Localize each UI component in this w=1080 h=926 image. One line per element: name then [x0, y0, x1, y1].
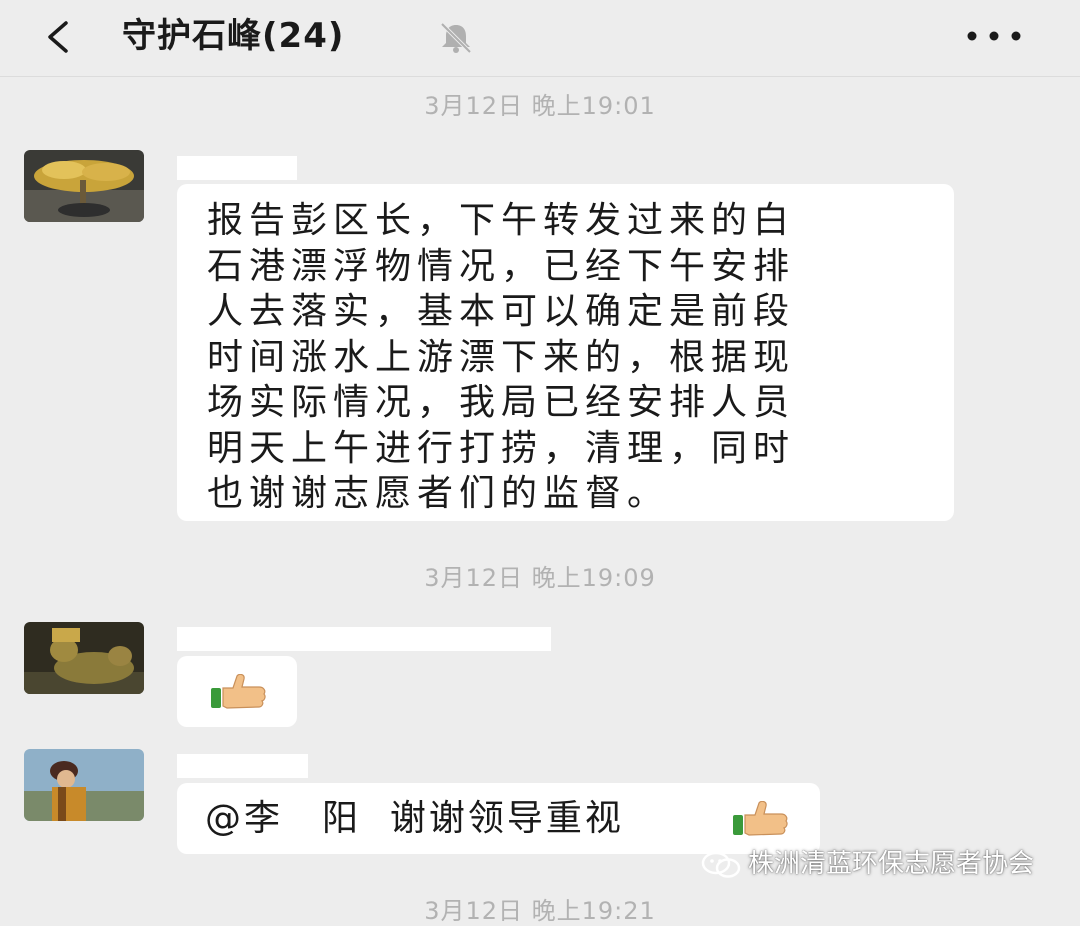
avatar[interactable] [24, 622, 144, 694]
sender-name-redacted [177, 754, 308, 778]
message-timestamp: 3月12日 晚上19:01 [424, 92, 656, 120]
message-line: 石港漂浮物情况，已经下午安排 [207, 245, 796, 287]
bonsai-avatar-image [24, 150, 144, 222]
thumbs-up-icon [211, 674, 266, 709]
message-line: 也谢谢志愿者们的监督。 [207, 473, 670, 514]
wechat-official-account-icon [701, 851, 741, 878]
avatar[interactable] [24, 749, 144, 821]
watermark-text: 株洲清蓝环保志愿者协会 [748, 849, 1035, 879]
sender-name-redacted [177, 627, 551, 651]
message-bubble[interactable]: 报告彭区长，下午转发过来的白 石港漂浮物情况，已经下午安排 人去落实，基本可以确… [177, 184, 954, 521]
bell-muted-icon [440, 22, 472, 54]
message-line: 场实际情况，我局已经安排人员 [207, 382, 796, 423]
message-text: @李 阳 谢谢领导重视 [205, 796, 624, 842]
chat-title: 守护石峰(24) [122, 16, 345, 56]
message-bubble[interactable] [177, 656, 297, 727]
message-mention-text: @李 阳 谢谢领导重视 [205, 798, 624, 839]
sender-name-redacted [177, 156, 297, 180]
message-line: 明天上午进行打捞，清理，同时 [207, 427, 796, 469]
message-line: 报告彭区长，下午转发过来的白 [207, 200, 796, 241]
message-bubble[interactable]: @李 阳 谢谢领导重视 [177, 783, 820, 854]
person-avatar-image [24, 749, 144, 821]
message-timestamp: 3月12日 晚上19:21 [424, 897, 656, 925]
avatar[interactable] [24, 150, 144, 222]
thumbs-up-icon [733, 801, 788, 836]
chevron-left-icon[interactable] [42, 20, 76, 54]
message-line: 时间涨水上游漂下来的，根据现 [207, 336, 796, 378]
bronze-statue-avatar-image [24, 622, 144, 694]
message-timestamp: 3月12日 晚上19:09 [424, 564, 656, 592]
chat-header: 守护石峰(24) [0, 0, 1080, 77]
watermark: 株洲清蓝环保志愿者协会 [700, 846, 1034, 882]
more-dots-icon[interactable] [962, 18, 1026, 54]
message-text: 报告彭区长，下午转发过来的白 石港漂浮物情况，已经下午安排 人去落实，基本可以确… [207, 198, 795, 517]
message-line: 人去落实，基本可以确定是前段 [207, 291, 796, 332]
